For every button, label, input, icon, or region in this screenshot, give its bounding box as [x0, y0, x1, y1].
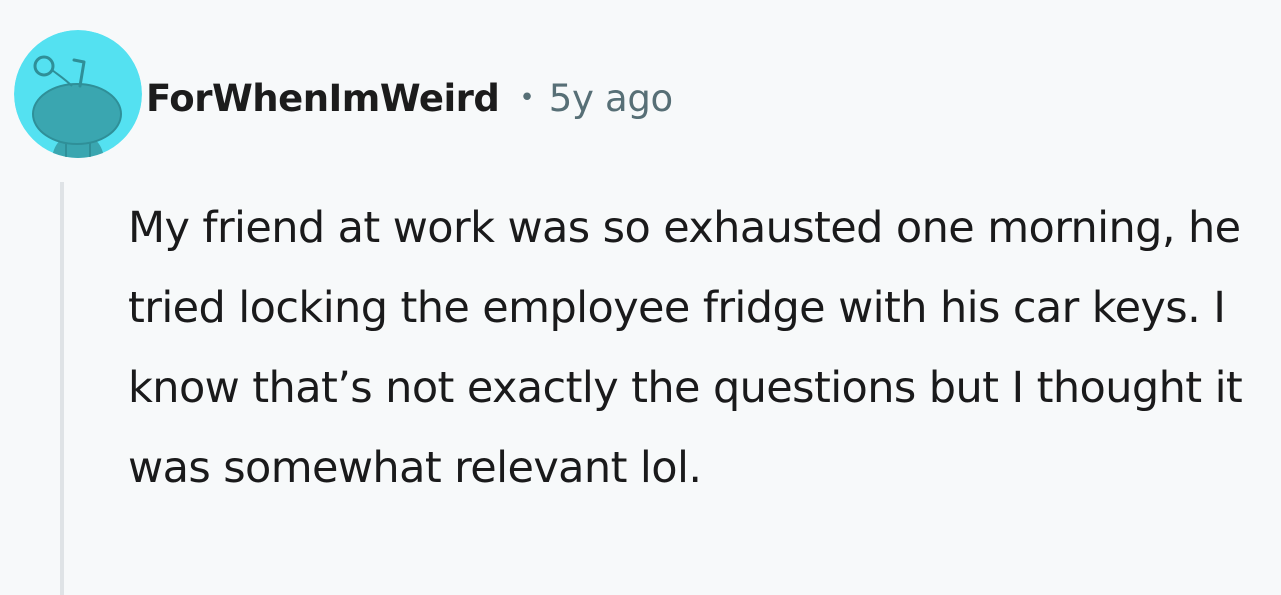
- comment: ForWhenImWeird • 5y ago My friend at wor…: [0, 0, 1281, 595]
- meta-separator: •: [519, 83, 535, 113]
- reddit-snoo-icon: [14, 30, 142, 158]
- thread-collapse-line[interactable]: [60, 182, 64, 595]
- author-username[interactable]: ForWhenImWeird: [146, 77, 500, 120]
- avatar[interactable]: [14, 30, 142, 158]
- comment-body: My friend at work was so exhausted one m…: [128, 203, 1243, 493]
- comment-timestamp[interactable]: 5y ago: [549, 77, 674, 120]
- comment-meta: ForWhenImWeird • 5y ago: [146, 72, 673, 124]
